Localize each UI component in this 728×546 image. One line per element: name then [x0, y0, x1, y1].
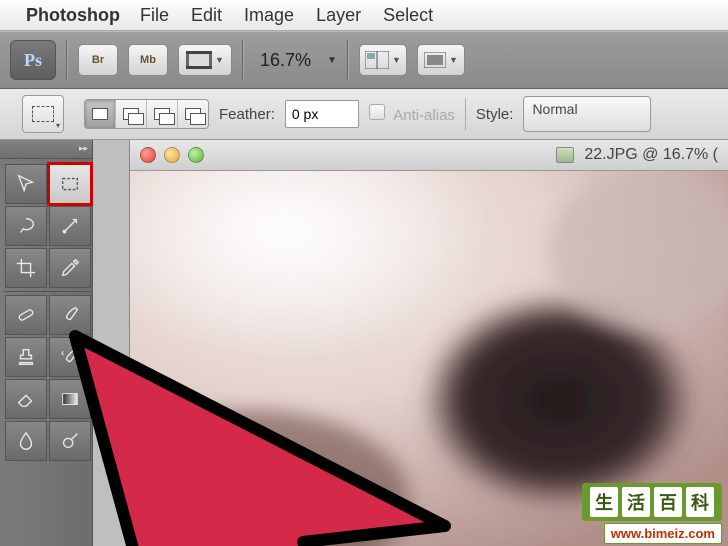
selection-subtract-icon	[154, 108, 170, 120]
gradient-icon	[59, 388, 81, 410]
watermark-char: 活	[622, 487, 650, 517]
menu-image[interactable]: Image	[244, 5, 294, 26]
style-value: Normal	[532, 101, 577, 117]
lasso-icon	[15, 215, 37, 237]
view-extras-button[interactable]: ▼	[178, 44, 232, 76]
crop-tool[interactable]	[5, 248, 47, 288]
eyedropper-tool[interactable]	[49, 248, 91, 288]
screen-mode-button[interactable]: ▼	[417, 44, 465, 76]
toolbar-divider	[242, 40, 244, 80]
window-close-button[interactable]	[140, 147, 156, 163]
anti-alias-option: Anti-alias	[369, 104, 455, 124]
arrange-docs-icon	[365, 51, 389, 69]
droplet-icon	[15, 430, 37, 452]
screen-mode-icon	[424, 52, 446, 68]
anti-alias-label: Anti-alias	[393, 107, 455, 124]
move-tool[interactable]	[5, 164, 47, 204]
marquee-icon	[59, 173, 81, 195]
bridge-label: Br	[92, 54, 104, 66]
chevron-down-icon[interactable]: ▼	[327, 55, 337, 66]
window-minimize-button[interactable]	[164, 147, 180, 163]
chevron-down-icon: ▼	[215, 55, 224, 65]
menu-layer[interactable]: Layer	[316, 5, 361, 26]
selection-subtract-button[interactable]	[147, 100, 178, 128]
selection-new-button[interactable]	[85, 100, 116, 128]
watermark: 生 活 百 科 www.bimeiz.com	[582, 483, 722, 544]
options-bar: ▾ Feather: Anti-alias Style: Normal	[0, 89, 728, 140]
clone-stamp-tool[interactable]	[5, 337, 47, 377]
mac-menubar: Photoshop File Edit Image Layer Select	[0, 0, 728, 31]
launch-bridge-button[interactable]: Br	[78, 44, 118, 76]
selection-intersect-icon	[185, 108, 201, 120]
selection-mode-group	[84, 99, 209, 129]
bandage-icon	[15, 304, 37, 326]
chevron-down-icon: ▼	[449, 55, 458, 65]
selection-add-icon	[123, 108, 139, 120]
history-brush-icon	[59, 346, 81, 368]
stamp-icon	[15, 346, 37, 368]
selection-new-icon	[92, 108, 108, 120]
app-toolbar: Ps Br Mb ▼ 16.7% ▼ ▼ ▼	[0, 31, 728, 89]
brush-tool[interactable]	[49, 295, 91, 335]
marquee-icon	[32, 106, 54, 122]
rectangular-marquee-tool[interactable]	[49, 164, 91, 204]
document-titlebar[interactable]: 22.JPG @ 16.7% (	[130, 140, 728, 171]
zoom-level-display[interactable]: 16.7%	[260, 50, 311, 71]
style-select[interactable]: Normal	[523, 96, 651, 132]
toolbar-divider	[347, 40, 349, 80]
window-controls	[140, 147, 204, 163]
lasso-tool[interactable]	[5, 206, 47, 246]
arrange-documents-button[interactable]: ▼	[359, 44, 407, 76]
document-proxy-icon[interactable]	[556, 147, 574, 163]
mini-bridge-label: Mb	[140, 54, 156, 66]
watermark-char: 科	[686, 487, 714, 517]
current-tool-indicator[interactable]: ▾	[22, 95, 64, 133]
dodge-icon	[59, 430, 81, 452]
quick-selection-tool[interactable]	[49, 206, 91, 246]
watermark-badge: 生 活 百 科	[582, 483, 722, 521]
spot-healing-tool[interactable]	[5, 295, 47, 335]
launch-mini-bridge-button[interactable]: Mb	[128, 44, 168, 76]
watermark-char: 百	[654, 487, 682, 517]
move-icon	[15, 173, 37, 195]
chevron-down-icon: ▼	[392, 55, 401, 65]
menu-edit[interactable]: Edit	[191, 5, 222, 26]
tool-separator	[4, 291, 92, 292]
style-label: Style:	[476, 106, 514, 123]
tools-panel: ▸▸	[0, 140, 93, 546]
crop-icon	[15, 257, 37, 279]
feather-label: Feather:	[219, 106, 275, 123]
selection-add-button[interactable]	[116, 100, 147, 128]
eraser-tool[interactable]	[5, 379, 47, 419]
selection-intersect-button[interactable]	[178, 100, 208, 128]
workspace: ▸▸	[0, 140, 728, 546]
app-menu[interactable]: Photoshop	[26, 5, 120, 26]
workspace-gap	[93, 140, 129, 546]
panel-grab-bar[interactable]: ▸▸	[0, 140, 92, 159]
feather-input[interactable]	[285, 100, 359, 128]
menu-select[interactable]: Select	[383, 5, 433, 26]
checkbox-icon	[369, 104, 385, 120]
blur-tool[interactable]	[5, 421, 47, 461]
wand-icon	[59, 215, 81, 237]
filmstrip-icon	[186, 51, 212, 69]
ps-logo: Ps	[10, 40, 56, 80]
eyedropper-icon	[59, 257, 81, 279]
brush-icon	[59, 304, 81, 326]
chevron-down-icon: ▾	[56, 121, 60, 130]
dodge-tool[interactable]	[49, 421, 91, 461]
history-brush-tool[interactable]	[49, 337, 91, 377]
eraser-icon	[15, 388, 37, 410]
toolbar-divider	[66, 40, 68, 80]
window-zoom-button[interactable]	[188, 147, 204, 163]
menu-file[interactable]: File	[140, 5, 169, 26]
watermark-char: 生	[590, 487, 618, 517]
collapse-icon[interactable]: ▸▸	[79, 143, 88, 154]
gradient-tool[interactable]	[49, 379, 91, 419]
watermark-url: www.bimeiz.com	[604, 523, 722, 544]
document-title: 22.JPG @ 16.7% (	[584, 146, 718, 164]
